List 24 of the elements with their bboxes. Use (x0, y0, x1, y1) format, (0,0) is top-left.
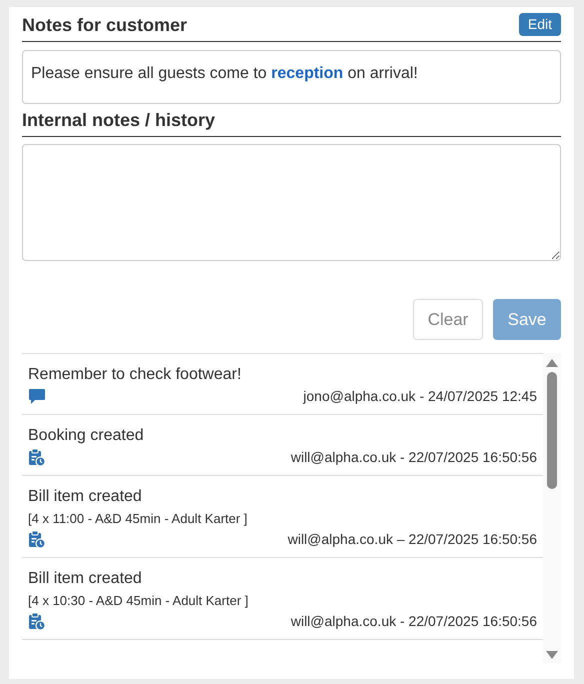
history-detail: [4 x 10:30 - A&D 45min - Adult Karter ] (28, 592, 250, 610)
scroll-down-icon[interactable] (546, 651, 558, 659)
scroll-thumb[interactable] (547, 372, 557, 489)
history-author-date: jono@alpha.co.uk - 24/07/2025 12:45 (303, 387, 537, 406)
customer-note-text: Please ensure all guests come to reception on arrival! (31, 65, 418, 82)
clipboard-clock-icon (28, 612, 46, 631)
clipboard-clock-icon (28, 448, 46, 467)
history-author-date: will@alpha.co.uk – 22/07/2025 16:50:56 (288, 530, 537, 549)
section-heading: Notes for customer (22, 14, 188, 37)
history-title: Bill item created (28, 569, 143, 589)
history-author-date: will@alpha.co.uk - 22/07/2025 16:50:56 (290, 612, 537, 631)
section-heading: Internal notes / history (22, 110, 216, 130)
scrollbar[interactable] (543, 353, 561, 663)
speech-bubble-icon (28, 388, 46, 405)
history-title: Bill item created (28, 487, 143, 507)
history-title: Remember to check footwear! (28, 365, 242, 385)
history-detail: [4 x 11:00 - A&D 45min - Adult Karter ] (28, 510, 248, 528)
notes-input-field[interactable] (22, 144, 561, 261)
scroll-up-icon[interactable] (546, 359, 558, 367)
edit-button[interactable]: Edit (518, 13, 561, 36)
clipboard-clock-icon (28, 530, 46, 549)
history-title: Booking created (28, 426, 145, 446)
history-author-date: will@alpha.co.uk - 22/07/2025 16:50:56 (290, 448, 537, 467)
clear-button[interactable]: Clear (413, 299, 483, 340)
